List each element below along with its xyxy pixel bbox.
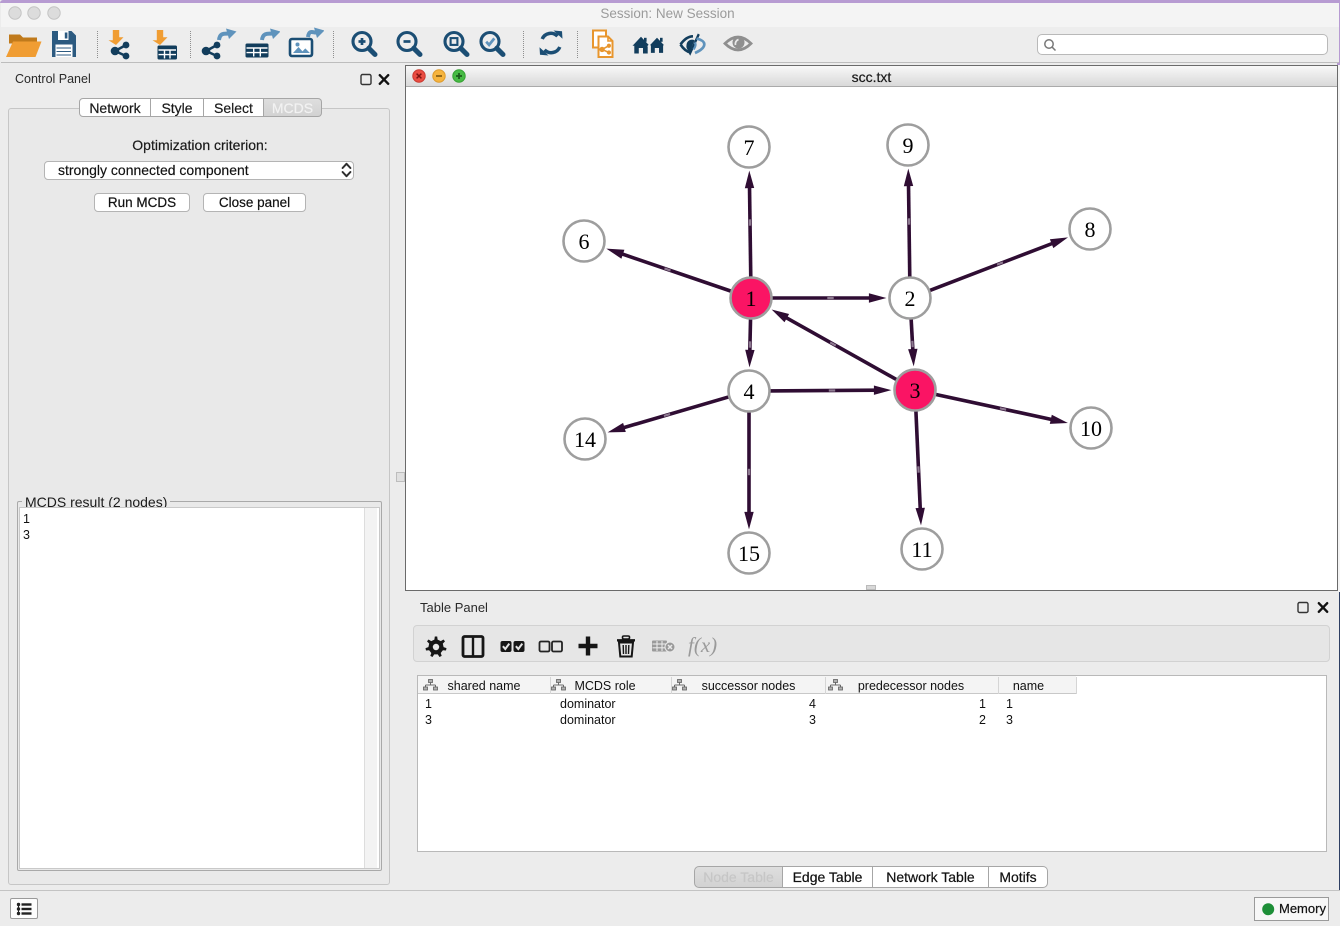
svg-text:8: 8	[1085, 217, 1096, 242]
svg-text:11: 11	[911, 537, 932, 562]
svg-text:10: 10	[1080, 416, 1102, 441]
svg-text:7: 7	[744, 135, 755, 160]
svg-text:3: 3	[910, 378, 921, 403]
svg-text:9: 9	[903, 133, 914, 158]
svg-text:4: 4	[744, 379, 755, 404]
svg-text:2: 2	[905, 286, 916, 311]
svg-text:14: 14	[574, 427, 596, 452]
svg-text:15: 15	[738, 541, 760, 566]
svg-text:6: 6	[579, 229, 590, 254]
svg-text:1: 1	[746, 286, 757, 311]
